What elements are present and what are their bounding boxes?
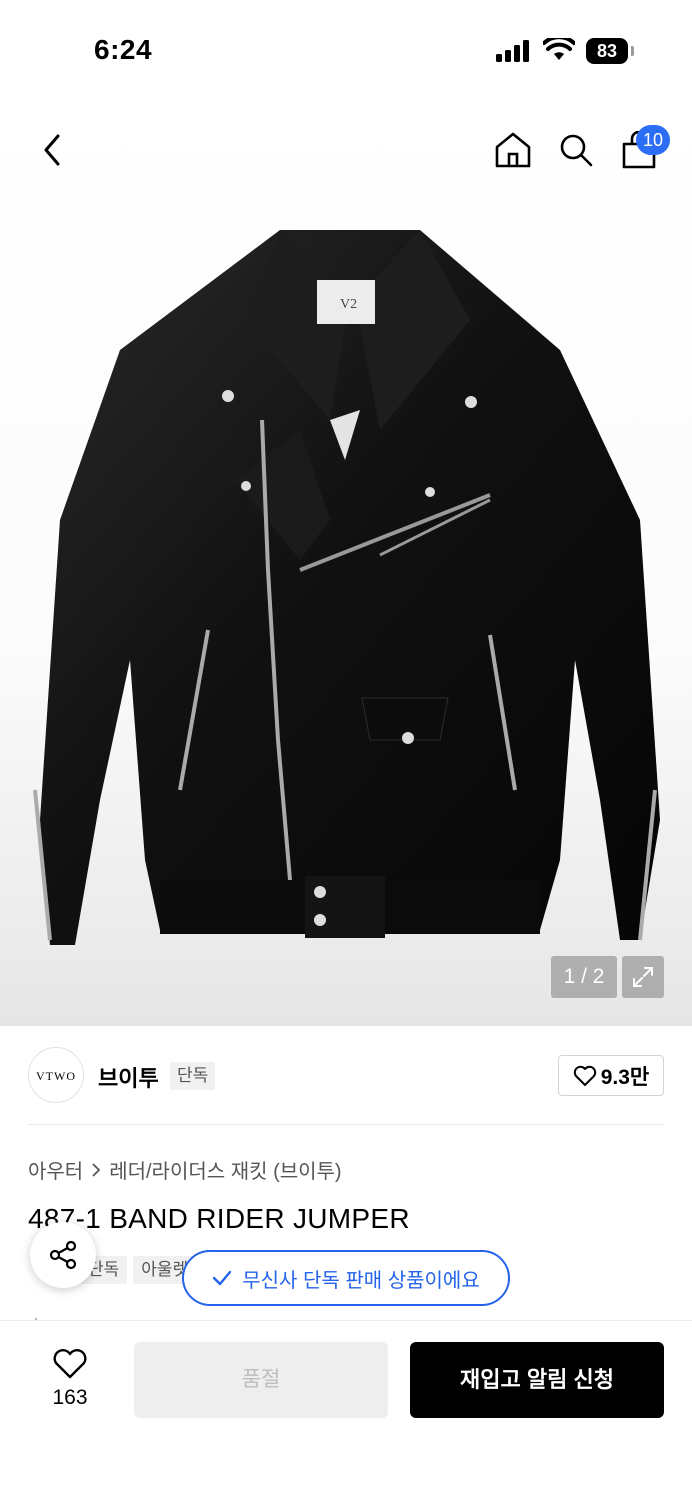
share-button[interactable] bbox=[30, 1222, 96, 1288]
restock-alert-button[interactable]: 재입고 알림 신청 bbox=[410, 1342, 664, 1418]
product-image-jacket: V2 bbox=[33, 230, 660, 945]
product-image-gallery[interactable]: V2 bbox=[0, 100, 692, 1026]
expand-icon bbox=[633, 967, 653, 987]
brand-name[interactable]: 브이투 bbox=[98, 1061, 159, 1093]
status-time: 6:24 bbox=[94, 34, 153, 65]
battery-indicator: 83 bbox=[586, 38, 628, 64]
check-icon bbox=[213, 1270, 232, 1286]
image-counter: 1 / 2 bbox=[551, 956, 617, 998]
soldout-button: 품절 bbox=[134, 1342, 388, 1418]
breadcrumb: 아우터 레더/라이더스 재킷 (브이투) bbox=[28, 1155, 342, 1184]
brand-like-count: 9.3만 bbox=[600, 1065, 650, 1089]
battery-tip bbox=[631, 46, 634, 56]
cart-count-badge: 10 bbox=[636, 125, 670, 155]
expand-image-button[interactable] bbox=[622, 956, 664, 998]
brand-exclusive-tag: 단독 bbox=[170, 1062, 216, 1090]
chevron-left-icon bbox=[44, 134, 60, 166]
brand-like-button[interactable]: 9.3만 bbox=[558, 1055, 664, 1096]
cellular-signal-icon bbox=[496, 40, 529, 62]
search-icon bbox=[560, 134, 593, 167]
exclusive-notice-text: 무신사 단독 판매 상품이에요 bbox=[242, 1269, 480, 1292]
section-divider bbox=[28, 1124, 664, 1125]
exclusive-notice-toast: 무신사 단독 판매 상품이에요 bbox=[182, 1250, 510, 1306]
heart-outline-icon bbox=[53, 1349, 87, 1379]
status-bar: 6:24 83 bbox=[0, 0, 692, 100]
breadcrumb-item-outer[interactable]: 아우터 bbox=[28, 1155, 83, 1184]
heart-outline-icon bbox=[573, 1065, 596, 1086]
breadcrumb-item-category[interactable]: 레더/라이더스 재킷 (브이투) bbox=[109, 1155, 341, 1184]
chevron-right-icon bbox=[92, 1162, 101, 1177]
wishlist-count: 163 bbox=[52, 1386, 88, 1409]
back-button[interactable] bbox=[30, 126, 74, 174]
home-button[interactable] bbox=[490, 126, 536, 174]
search-button[interactable] bbox=[553, 126, 599, 174]
home-icon bbox=[495, 132, 531, 168]
wifi-icon bbox=[543, 38, 575, 60]
jacket-label-text: V2 bbox=[340, 297, 357, 312]
share-icon bbox=[49, 1240, 77, 1270]
brand-logo[interactable]: VTWO bbox=[28, 1047, 84, 1103]
